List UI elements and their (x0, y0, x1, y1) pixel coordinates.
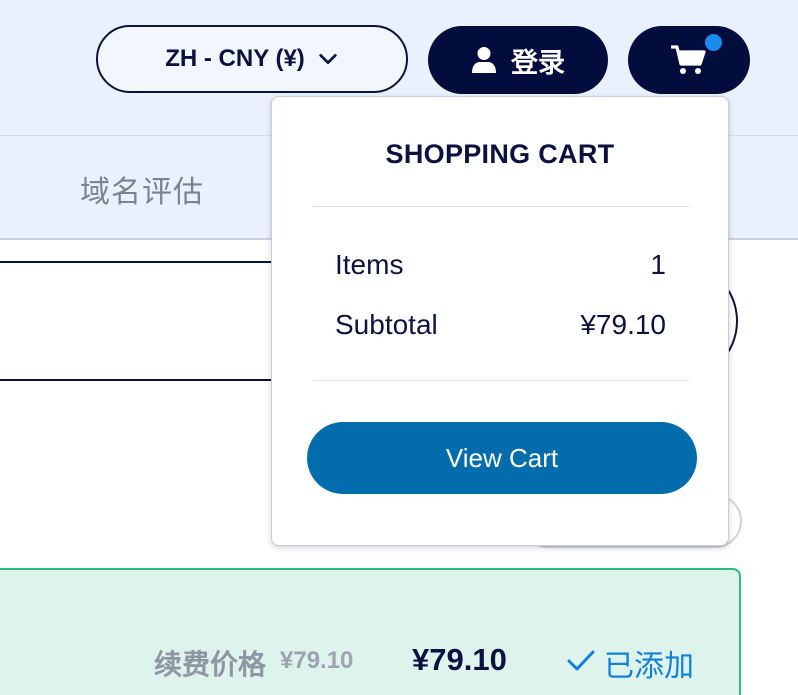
divider (313, 380, 689, 381)
divider (313, 206, 689, 207)
renewal-price-value: ¥79.10 (280, 647, 354, 674)
currency-selector-button[interactable]: ZH - CNY (¥) (96, 25, 408, 93)
currency-label: ZH - CNY (¥) (165, 45, 305, 72)
added-status[interactable]: 已添加 (604, 641, 694, 685)
cart-items-row: Items 1 (335, 249, 666, 281)
cart-notification-dot (705, 34, 722, 51)
subtotal-label: Subtotal (335, 309, 438, 340)
chevron-down-icon (319, 53, 337, 65)
items-count: 1 (650, 249, 666, 280)
cart-title: SHOPPING CART (385, 139, 615, 169)
domain-price: ¥79.10 (412, 642, 507, 677)
cart-subtotal-row: Subtotal ¥79.10 (335, 309, 666, 341)
login-button[interactable]: 登录 (428, 26, 608, 94)
login-label: 登录 (511, 47, 565, 78)
shopping-cart-dropdown: SHOPPING CART Items 1 Subtotal ¥79.10 Vi… (271, 96, 729, 546)
renewal-price-label: 续费价格 (154, 649, 267, 680)
subnav-item-domain-appraisal[interactable]: 域名评估 (80, 167, 204, 211)
cart-button[interactable] (628, 26, 750, 94)
view-cart-button[interactable]: View Cart (307, 422, 697, 494)
user-icon (472, 47, 496, 73)
items-label: Items (335, 249, 404, 280)
check-icon (567, 650, 595, 671)
cart-icon (671, 45, 706, 74)
subtotal-value: ¥79.10 (580, 309, 666, 340)
